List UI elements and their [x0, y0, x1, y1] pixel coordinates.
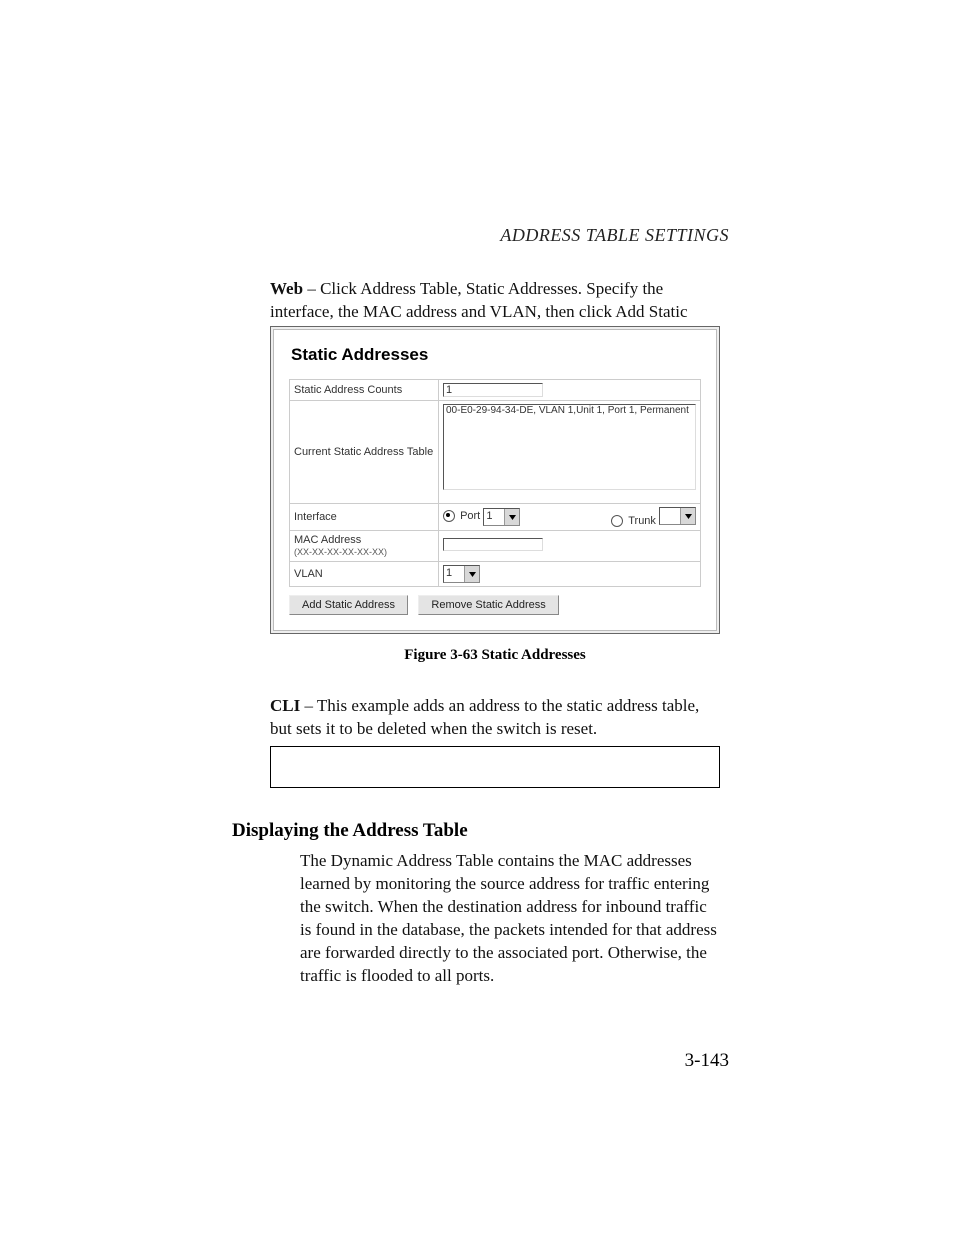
list-item[interactable]: 00-E0-29-94-34-DE, VLAN 1,Unit 1, Port 1… — [446, 405, 693, 417]
cli-example-box — [270, 746, 720, 788]
trunk-radio[interactable] — [611, 515, 623, 527]
label-static-counts: Static Address Counts — [290, 380, 439, 401]
label-current-table: Current Static Address Table — [290, 401, 439, 504]
port-select[interactable]: 1 — [483, 508, 520, 526]
vlan-select[interactable]: 1 — [443, 565, 480, 583]
figure-caption: Figure 3-63 Static Addresses — [270, 647, 720, 664]
chevron-down-icon — [504, 509, 519, 525]
row-interface: Interface Port 1 — [290, 504, 701, 531]
port-group: Port 1 — [443, 508, 520, 526]
row-mac: MAC Address (XX-XX-XX-XX-XX-XX) — [290, 531, 701, 562]
mac-hint: (XX-XX-XX-XX-XX-XX) — [294, 547, 387, 557]
web-label: Web — [270, 279, 303, 298]
cli-text: – This example adds an address to the st… — [270, 696, 699, 738]
port-radio[interactable] — [443, 510, 455, 522]
trunk-label: Trunk — [628, 515, 656, 527]
cli-paragraph: CLI – This example adds an address to th… — [270, 695, 720, 741]
current-address-listbox[interactable]: 00-E0-29-94-34-DE, VLAN 1,Unit 1, Port 1… — [443, 404, 696, 490]
label-interface: Interface — [290, 504, 439, 531]
remove-static-address-button[interactable]: Remove Static Address — [418, 595, 558, 615]
static-addresses-panel: Static Addresses Static Address Counts 1… — [270, 326, 720, 634]
label-vlan: VLAN — [290, 562, 439, 587]
page-number: 3-143 — [685, 1050, 729, 1072]
port-label: Port — [460, 510, 480, 522]
row-static-counts: Static Address Counts 1 — [290, 380, 701, 401]
chevron-down-icon — [464, 566, 479, 582]
section-heading: Displaying the Address Table — [232, 820, 468, 842]
add-static-address-button[interactable]: Add Static Address — [289, 595, 408, 615]
row-vlan: VLAN 1 — [290, 562, 701, 587]
body-paragraph: The Dynamic Address Table contains the M… — [300, 850, 720, 988]
row-current-table: Current Static Address Table 00-E0-29-94… — [290, 401, 701, 504]
form-table: Static Address Counts 1 Current Static A… — [289, 379, 701, 587]
running-header: ADDRESS TABLE SETTINGS — [500, 225, 729, 246]
trunk-group: Trunk — [611, 507, 696, 527]
label-mac: MAC Address (XX-XX-XX-XX-XX-XX) — [290, 531, 439, 562]
static-counts-field: 1 — [443, 383, 543, 397]
cli-label: CLI — [270, 696, 300, 715]
chevron-down-icon — [680, 508, 695, 524]
page: ADDRESS TABLE SETTINGS Web – Click Addre… — [0, 0, 954, 1235]
trunk-select[interactable] — [659, 507, 696, 525]
panel-title: Static Addresses — [291, 345, 701, 365]
mac-input[interactable] — [443, 538, 543, 551]
